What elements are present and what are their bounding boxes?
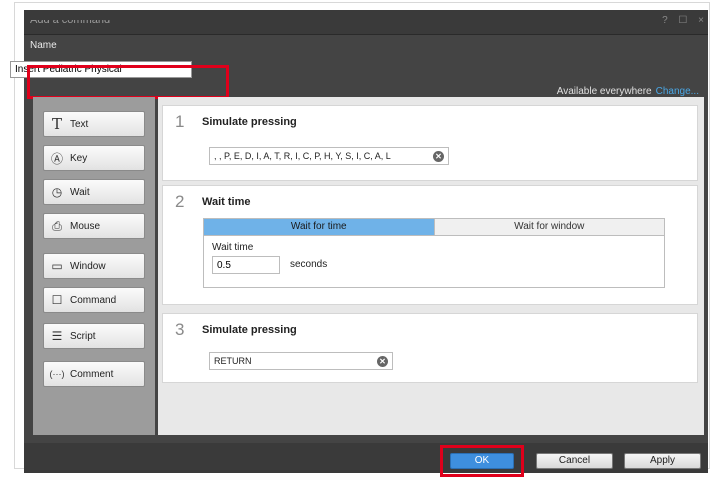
clear-icon[interactable]: ✕: [377, 355, 388, 367]
ok-button[interactable]: OK: [450, 453, 514, 469]
sidebar-item-label: Comment: [70, 368, 114, 380]
sidebar-item-command[interactable]: ☐ Command: [43, 287, 145, 313]
script-icon: ☰: [51, 329, 63, 343]
window-controls: ? ☐ ×: [654, 15, 704, 26]
sidebar-item-label: Script: [70, 330, 96, 342]
key-sequence-value: , , P, E, D, I, A, T, R, I, C, P, H, Y, …: [214, 151, 391, 161]
key-sequence-field[interactable]: RETURN ✕: [209, 352, 393, 370]
sidebar-item-mouse[interactable]: ⎙ Mouse: [43, 213, 145, 239]
sidebar-item-key[interactable]: Ⓐ Key: [43, 145, 145, 171]
sidebar-item-label: Mouse: [70, 220, 101, 232]
step-title: Wait time: [202, 196, 251, 208]
key-icon: Ⓐ: [50, 151, 63, 166]
tab-wait-for-window[interactable]: Wait for window: [433, 219, 664, 235]
tab-wait-for-time[interactable]: Wait for time: [204, 219, 434, 235]
sidebar-item-wait[interactable]: ◷ Wait: [43, 179, 145, 205]
command-name-input[interactable]: [10, 61, 192, 78]
step-number: 3: [175, 320, 185, 339]
sidebar-item-text[interactable]: T Text: [43, 111, 145, 137]
wait-time-input[interactable]: [212, 256, 280, 274]
sidebar-item-label: Key: [70, 152, 88, 164]
clock-icon: ◷: [51, 185, 63, 199]
apply-button[interactable]: Apply: [624, 453, 701, 469]
text-icon: T: [51, 115, 62, 133]
step-title: Simulate pressing: [202, 324, 297, 336]
wait-time-unit: seconds: [290, 259, 328, 270]
comment-icon: (···): [49, 369, 65, 379]
sidebar-item-window[interactable]: ▭ Window: [43, 253, 145, 279]
step-card-3[interactable]: 3 Simulate pressing RETURN ✕: [162, 313, 698, 383]
key-sequence-value: RETURN: [214, 356, 252, 366]
title-bar[interactable]: Add a command ? ☐ ×: [24, 10, 708, 35]
dialog-title: Add a command: [30, 14, 111, 26]
wait-time-label: Wait time: [212, 242, 254, 253]
change-link[interactable]: Change...: [656, 86, 699, 97]
sidebar-item-label: Text: [70, 118, 89, 130]
window-icon: ▭: [51, 259, 63, 273]
key-sequence-field[interactable]: , , P, E, D, I, A, T, R, I, C, P, H, Y, …: [209, 147, 449, 165]
step-number: 1: [175, 112, 185, 131]
command-type-sidebar: T Text Ⓐ Key ◷ Wait ⎙ Mouse ▭ Window ☐ C…: [33, 97, 155, 435]
sidebar-item-script[interactable]: ☰ Script: [43, 323, 145, 349]
sidebar-item-label: Wait: [70, 186, 90, 198]
clear-icon[interactable]: ✕: [433, 150, 444, 162]
wait-time-panel: Wait time seconds: [203, 236, 665, 288]
step-card-1[interactable]: 1 Simulate pressing , , P, E, D, I, A, T…: [162, 105, 698, 181]
step-title: Simulate pressing: [202, 116, 297, 128]
sidebar-item-comment[interactable]: (···) Comment: [43, 361, 145, 387]
close-icon[interactable]: ×: [698, 15, 704, 26]
maximize-icon[interactable]: ☐: [678, 15, 687, 26]
command-steps-panel: 1 Simulate pressing , , P, E, D, I, A, T…: [158, 97, 704, 435]
sidebar-item-label: Window: [70, 260, 106, 272]
help-icon[interactable]: ?: [662, 15, 668, 26]
step-card-2[interactable]: 2 Wait time Wait for time Wait for windo…: [162, 185, 698, 305]
speech-bubble-icon: ☐: [51, 293, 63, 307]
wait-mode-tabs: Wait for time Wait for window: [203, 218, 665, 236]
name-label: Name: [30, 40, 57, 51]
availability-text: Available everywhere: [556, 86, 652, 97]
availability: Available everywhere Change...: [557, 86, 699, 97]
step-number: 2: [175, 192, 185, 211]
sidebar-item-label: Command: [70, 294, 117, 306]
cancel-button[interactable]: Cancel: [536, 453, 613, 469]
mouse-icon: ⎙: [52, 218, 62, 233]
